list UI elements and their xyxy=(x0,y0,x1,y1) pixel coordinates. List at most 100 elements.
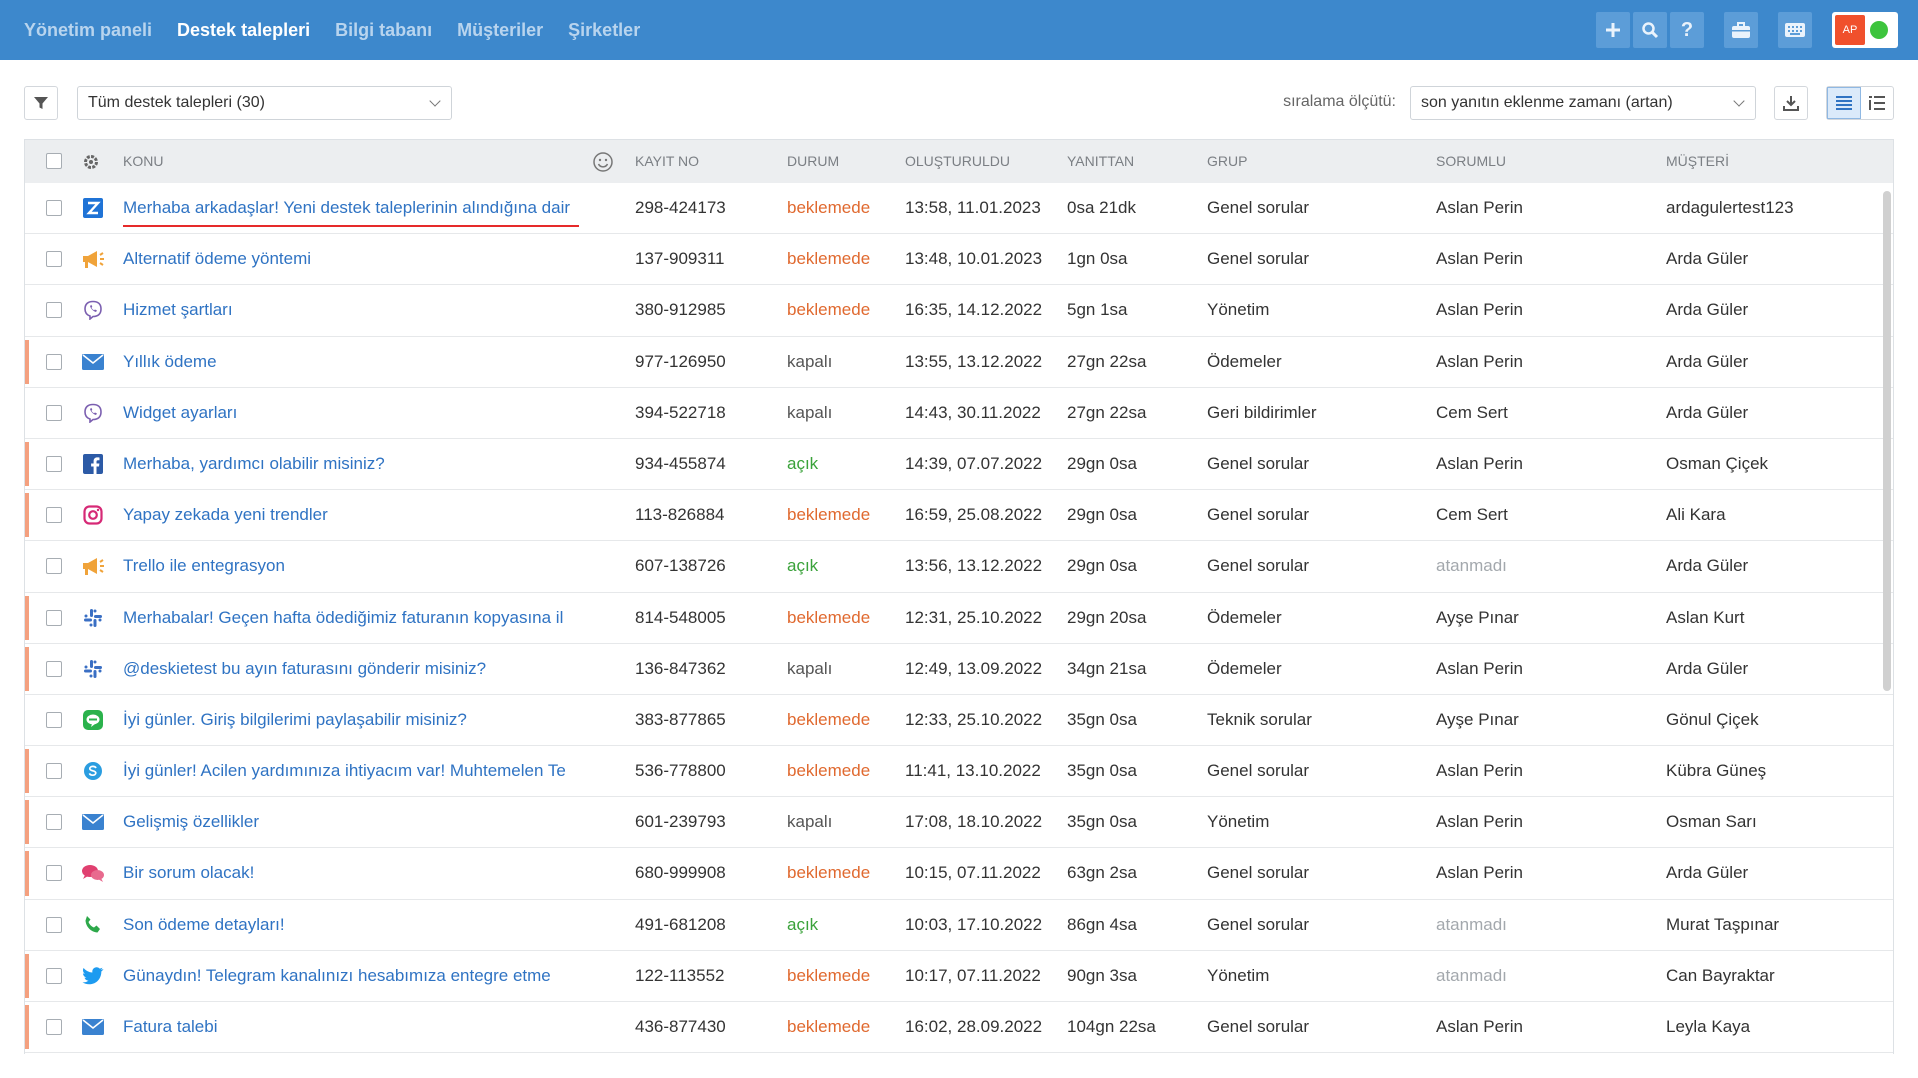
col-owner[interactable]: SORUMLU xyxy=(1436,153,1506,169)
briefcase-button[interactable] xyxy=(1724,12,1758,48)
ticket-view-select[interactable]: Tüm destek talepleri (30) xyxy=(77,86,452,120)
row-checkbox[interactable] xyxy=(46,302,62,319)
row-checkbox[interactable] xyxy=(46,609,62,626)
row-checkbox[interactable] xyxy=(46,251,62,268)
ticket-subject-link[interactable]: İyi günler. Giriş bilgilerimi paylaşabil… xyxy=(123,710,583,730)
search-button[interactable] xyxy=(1633,12,1667,48)
ticket-subject-link[interactable]: Günaydın! Telegram kanalınızı hesabımıza… xyxy=(123,966,583,986)
priority-flag xyxy=(25,595,29,640)
add-button[interactable] xyxy=(1596,12,1630,48)
facebook-icon xyxy=(81,453,105,475)
table-row[interactable]: Son ödeme detayları! 491-681208 açık 10:03,… xyxy=(25,900,1893,951)
ticket-subject-link[interactable]: Trello ile entegrasyon xyxy=(123,556,583,576)
ticket-subject-link[interactable]: İyi günler! Acilen yardımınıza ihtiyacım… xyxy=(123,761,583,781)
nav-customers[interactable]: Müşteriler xyxy=(457,20,543,41)
customer-name: Arda Güler xyxy=(1666,402,1749,422)
status-badge: beklemede xyxy=(787,761,871,781)
col-since-reply[interactable]: YANITTAN xyxy=(1067,153,1134,169)
table-row[interactable]: Fatura talebi 436-877430 beklemede 16:02, 2… xyxy=(25,1002,1893,1054)
table-row[interactable]: Hizmet şartları 380-912985 beklemede 16:35,… xyxy=(25,285,1893,337)
row-checkbox[interactable] xyxy=(46,763,62,780)
row-checkbox[interactable] xyxy=(46,1019,62,1035)
nav-companies[interactable]: Şirketler xyxy=(568,20,640,41)
list-view-button[interactable] xyxy=(1827,87,1861,119)
owner-name: Aslan Perin xyxy=(1436,249,1523,269)
ticket-subject-link[interactable]: Hizmet şartları xyxy=(123,300,583,320)
time-since-reply: 27gn 22sa xyxy=(1067,351,1147,371)
row-checkbox[interactable] xyxy=(46,558,62,575)
keyboard-button[interactable] xyxy=(1778,12,1812,48)
row-checkbox[interactable] xyxy=(46,660,62,677)
table-row[interactable]: Günaydın! Telegram kanalınızı hesabımıza… xyxy=(25,951,1893,1002)
owner-name: atanmadı xyxy=(1436,556,1507,576)
time-since-reply: 90gn 3sa xyxy=(1067,965,1137,985)
select-all-checkbox[interactable] xyxy=(46,153,62,169)
table-row[interactable]: Gelişmiş özellikler 601-239793 kapalı 17:08… xyxy=(25,797,1893,849)
ticket-subject-link[interactable]: Widget ayarları xyxy=(123,403,583,423)
slack-icon xyxy=(81,658,105,680)
col-subject[interactable]: KONU xyxy=(123,153,163,169)
ticket-subject-link[interactable]: Merhaba arkadaşlar! Yeni destek talepler… xyxy=(123,198,583,218)
ticket-subject-link[interactable]: Merhabalar! Geçen hafta ödediğimiz fatur… xyxy=(123,608,583,628)
nav-tickets[interactable]: Destek talepleri xyxy=(177,20,310,41)
row-checkbox[interactable] xyxy=(46,711,62,728)
owner-name: Aslan Perin xyxy=(1436,198,1523,217)
table-row[interactable]: Trello ile entegrasyon 607-138726 açık 13:5… xyxy=(25,541,1893,593)
ticket-subject-link[interactable]: Gelişmiş özellikler xyxy=(123,812,583,832)
ticket-subject-link[interactable]: Fatura talebi xyxy=(123,1017,583,1037)
group-name: Geri bildirimler xyxy=(1207,402,1317,422)
table-row[interactable]: Yapay zekada yeni trendler 113-826884 bekl… xyxy=(25,490,1893,542)
table-row[interactable]: Bir sorum olacak! 680-999908 beklemede 10:1… xyxy=(25,848,1893,900)
ticket-id: 436-877430 xyxy=(635,1017,726,1036)
col-group[interactable]: GRUP xyxy=(1207,153,1247,169)
group-name: Genel sorular xyxy=(1207,556,1310,576)
row-checkbox[interactable] xyxy=(46,404,62,421)
ticket-subject-link[interactable]: Son ödeme detayları! xyxy=(123,915,583,935)
table-row[interactable]: Yıllık ödeme 977-126950 kapalı 13:55, 13.12… xyxy=(25,337,1893,388)
gear-icon[interactable] xyxy=(82,153,100,171)
table-row[interactable]: Merhabalar! Geçen hafta ödediğimiz fatur… xyxy=(25,593,1893,644)
smiley-icon[interactable] xyxy=(592,151,614,173)
priority-flag xyxy=(25,953,29,998)
ticket-id: 380-912985 xyxy=(635,300,726,320)
ticket-subject-link[interactable]: @deskietest bu ayın faturasını gönderir … xyxy=(123,659,583,679)
row-checkbox[interactable] xyxy=(46,865,62,882)
customer-name: Leyla Kaya xyxy=(1666,1017,1751,1036)
col-id[interactable]: KAYIT NO xyxy=(635,153,699,169)
ticket-subject-link[interactable]: Alternatif ödeme yöntemi xyxy=(123,249,583,269)
online-status-indicator xyxy=(1870,21,1888,39)
row-checkbox[interactable] xyxy=(46,967,62,984)
scrollbar[interactable] xyxy=(1883,191,1891,691)
filter-button[interactable] xyxy=(24,86,58,120)
row-checkbox[interactable] xyxy=(46,455,62,472)
table-row[interactable]: Merhaba arkadaşlar! Yeni destek talepler… xyxy=(25,183,1893,235)
row-checkbox[interactable] xyxy=(46,200,62,216)
table-row[interactable]: Alternatif ödeme yöntemi 137-909311 beklem… xyxy=(25,234,1893,286)
user-menu[interactable]: AP xyxy=(1832,12,1898,48)
sort-select[interactable]: son yanıtın eklenme zamanı (artan) xyxy=(1410,86,1756,120)
time-since-reply: 63gn 2sa xyxy=(1067,863,1137,883)
table-row[interactable]: Widget ayarları 394-522718 kapalı 14:43, 30… xyxy=(25,388,1893,439)
nav-dashboard[interactable]: Yönetim paneli xyxy=(24,20,152,41)
row-checkbox[interactable] xyxy=(46,507,62,524)
row-checkbox[interactable] xyxy=(46,916,62,933)
table-row[interactable]: Merhaba, yardımcı olabilir misiniz? 934-4… xyxy=(25,439,1893,491)
row-checkbox[interactable] xyxy=(46,814,62,831)
ticket-subject-link[interactable]: Yapay zekada yeni trendler xyxy=(123,505,583,525)
table-row[interactable]: İyi günler. Giriş bilgilerimi paylaşabil… xyxy=(25,695,1893,747)
ticket-id: 814-548005 xyxy=(635,607,726,627)
compact-view-button[interactable] xyxy=(1861,87,1893,119)
nav-knowledge-base[interactable]: Bilgi tabanı xyxy=(335,20,432,41)
ticket-subject-link[interactable]: Bir sorum olacak! xyxy=(123,863,583,883)
help-button[interactable]: ? xyxy=(1670,12,1704,48)
ticket-subject-link[interactable]: Merhaba, yardımcı olabilir misiniz? xyxy=(123,454,583,474)
col-customer[interactable]: MÜŞTERİ xyxy=(1666,153,1729,169)
col-status[interactable]: DURUM xyxy=(787,153,839,169)
tickets-table: KONU KAYIT NO DURUM OLUŞTURULDU YANITTAN… xyxy=(24,139,1894,1054)
table-row[interactable]: İyi günler! Acilen yardımınıza ihtiyacım… xyxy=(25,746,1893,798)
table-row[interactable]: @deskietest bu ayın faturasını gönderir … xyxy=(25,644,1893,695)
download-button[interactable] xyxy=(1774,86,1808,120)
ticket-subject-link[interactable]: Yıllık ödeme xyxy=(123,352,583,372)
col-created[interactable]: OLUŞTURULDU xyxy=(905,153,1010,169)
row-checkbox[interactable] xyxy=(46,353,62,370)
